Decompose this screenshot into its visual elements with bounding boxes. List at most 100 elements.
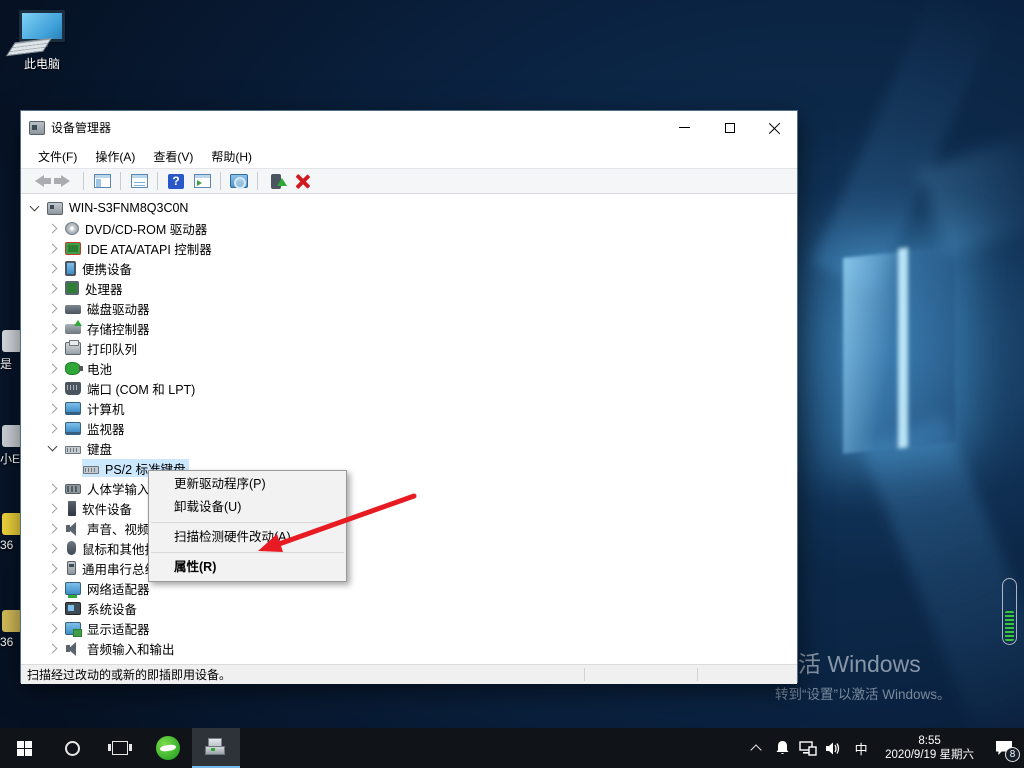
tree-item-7[interactable]: 打印队列 [21, 338, 797, 358]
tree-item-content[interactable]: WIN-S3FNM8Q3C0N [46, 199, 191, 217]
chevron-right-icon[interactable] [48, 283, 58, 293]
device-manager-taskbar-button[interactable] [192, 728, 240, 768]
start-button[interactable] [0, 728, 48, 768]
tree-item-10[interactable]: 计算机 [21, 398, 797, 418]
tree-item-content[interactable]: 计算机 [64, 399, 128, 417]
tree-item-6[interactable]: 存储控制器 [21, 318, 797, 338]
tree-item-11[interactable]: 监视器 [21, 418, 797, 438]
tree-item-1[interactable]: DVD/CD-ROM 驱动器 [21, 218, 797, 238]
tree-item-content[interactable]: 系统设备 [64, 599, 140, 617]
chevron-right-icon[interactable] [48, 323, 58, 333]
chevron-right-icon[interactable] [48, 383, 58, 393]
tree-item-3[interactable]: 便携设备 [21, 258, 797, 278]
taskbar-clock[interactable]: 8:55 2020/9/19 星期六 [875, 734, 984, 762]
tree-item-9[interactable]: 端口 (COM 和 LPT) [21, 378, 797, 398]
tree-item-content[interactable]: 便携设备 [64, 259, 135, 277]
tree-item-content[interactable]: IDE ATA/ATAPI 控制器 [64, 239, 215, 257]
tree-item-20[interactable]: 系统设备 [21, 598, 797, 618]
tree-item-content[interactable]: 磁盘驱动器 [64, 299, 153, 317]
tree-item-17[interactable]: 鼠标和其他指针设备 [21, 538, 797, 558]
tree-item-2[interactable]: IDE ATA/ATAPI 控制器 [21, 238, 797, 258]
tree-item-0[interactable]: WIN-S3FNM8Q3C0N [21, 198, 797, 218]
chevron-right-icon[interactable] [48, 643, 58, 653]
chevron-right-icon[interactable] [48, 363, 58, 373]
close-button[interactable] [752, 111, 797, 144]
tree-item-22[interactable]: 音频输入和输出 [21, 638, 797, 658]
tree-item-content[interactable]: 端口 (COM 和 LPT) [64, 379, 198, 397]
edge-desktop-icon-2[interactable]: 36 [0, 513, 22, 552]
chevron-right-icon[interactable] [48, 563, 58, 573]
chevron-right-icon[interactable] [48, 403, 58, 413]
tree-item-content[interactable]: 监视器 [64, 419, 128, 437]
tree-item-19[interactable]: 网络适配器 [21, 578, 797, 598]
action-pane-icon[interactable] [190, 170, 214, 192]
uninstall-device-icon[interactable] [290, 170, 314, 192]
tree-item-content[interactable]: 电池 [64, 359, 115, 377]
chevron-down-icon[interactable] [48, 442, 58, 452]
tree-item-content[interactable]: 网络适配器 [64, 579, 153, 597]
tree-item-13[interactable]: PS/2 标准键盘 [21, 458, 797, 478]
ime-indicator[interactable]: 中 [847, 739, 875, 758]
tree-item-content[interactable]: DVD/CD-ROM 驱动器 [64, 219, 210, 237]
tray-expand-button[interactable] [743, 728, 769, 768]
menu-view[interactable]: 查看(V) [144, 145, 202, 168]
edge-desktop-icon-3[interactable]: 36 [0, 610, 22, 649]
minimize-button[interactable] [662, 111, 707, 144]
task-view-button[interactable] [96, 728, 144, 768]
show-console-tree-icon[interactable] [90, 170, 114, 192]
network-tray-button[interactable] [795, 728, 821, 768]
edge-desktop-icon-0[interactable]: 是 [0, 330, 22, 372]
tree-item-4[interactable]: 处理器 [21, 278, 797, 298]
context-menu-item-1[interactable]: 卸载设备(U) [149, 496, 346, 519]
scan-hardware-changes-icon[interactable] [227, 170, 251, 192]
tree-item-18[interactable]: 通用串行总线控制器 [21, 558, 797, 578]
menu-help[interactable]: 帮助(H) [202, 145, 261, 168]
edge-desktop-icon-1[interactable]: 小E [0, 425, 22, 467]
chevron-right-icon[interactable] [48, 223, 58, 233]
tree-item-12[interactable]: 键盘 [21, 438, 797, 458]
volume-tray-button[interactable] [821, 728, 847, 768]
chevron-right-icon[interactable] [48, 503, 58, 513]
chevron-right-icon[interactable] [48, 483, 58, 493]
tree-item-content[interactable]: 键盘 [64, 439, 115, 457]
chevron-right-icon[interactable] [48, 243, 58, 253]
back-arrow-icon[interactable] [27, 170, 51, 192]
tree-item-15[interactable]: 软件设备 [21, 498, 797, 518]
tree-item-content[interactable]: 打印队列 [64, 339, 140, 357]
update-driver-icon[interactable] [264, 170, 288, 192]
tree-item-content[interactable]: 显示适配器 [64, 619, 153, 637]
help-icon[interactable]: ? [164, 170, 188, 192]
chevron-right-icon[interactable] [48, 343, 58, 353]
tree-item-content[interactable]: 软件设备 [64, 499, 135, 517]
chevron-right-icon[interactable] [48, 303, 58, 313]
tree-item-content[interactable]: 音频输入和输出 [64, 639, 178, 657]
chevron-right-icon[interactable] [48, 623, 58, 633]
menu-action[interactable]: 操作(A) [86, 145, 144, 168]
browser-taskbar-button[interactable] [144, 728, 192, 768]
chevron-right-icon[interactable] [48, 423, 58, 433]
chevron-right-icon[interactable] [48, 603, 58, 613]
tree-item-14[interactable]: 人体学输入设备 [21, 478, 797, 498]
tree-item-8[interactable]: 电池 [21, 358, 797, 378]
tree-item-21[interactable]: 显示适配器 [21, 618, 797, 638]
tree-item-16[interactable]: 声音、视频和游戏控制器 [21, 518, 797, 538]
context-menu-item-3[interactable]: 扫描检测硬件改动(A) [149, 526, 346, 549]
tree-item-5[interactable]: 磁盘驱动器 [21, 298, 797, 318]
desktop-icon-this-pc[interactable]: 此电脑 [10, 10, 74, 72]
chevron-right-icon[interactable] [48, 543, 58, 553]
properties-icon[interactable] [127, 170, 151, 192]
menu-file[interactable]: 文件(F) [29, 145, 86, 168]
titlebar[interactable]: 设备管理器 [21, 111, 797, 144]
maximize-button[interactable] [707, 111, 752, 144]
forward-arrow-icon[interactable] [53, 170, 77, 192]
tree-item-content[interactable]: 存储控制器 [64, 319, 153, 337]
chevron-right-icon[interactable] [48, 263, 58, 273]
chevron-down-icon[interactable] [30, 202, 40, 212]
chevron-right-icon[interactable] [48, 583, 58, 593]
chevron-right-icon[interactable] [48, 523, 58, 533]
notifications-bell-button[interactable] [769, 728, 795, 768]
action-center-button[interactable]: 8 [984, 728, 1024, 768]
context-menu-item-5[interactable]: 属性(R) [149, 556, 346, 579]
context-menu-item-0[interactable]: 更新驱动程序(P) [149, 473, 346, 496]
tree-item-content[interactable]: 处理器 [64, 279, 126, 297]
